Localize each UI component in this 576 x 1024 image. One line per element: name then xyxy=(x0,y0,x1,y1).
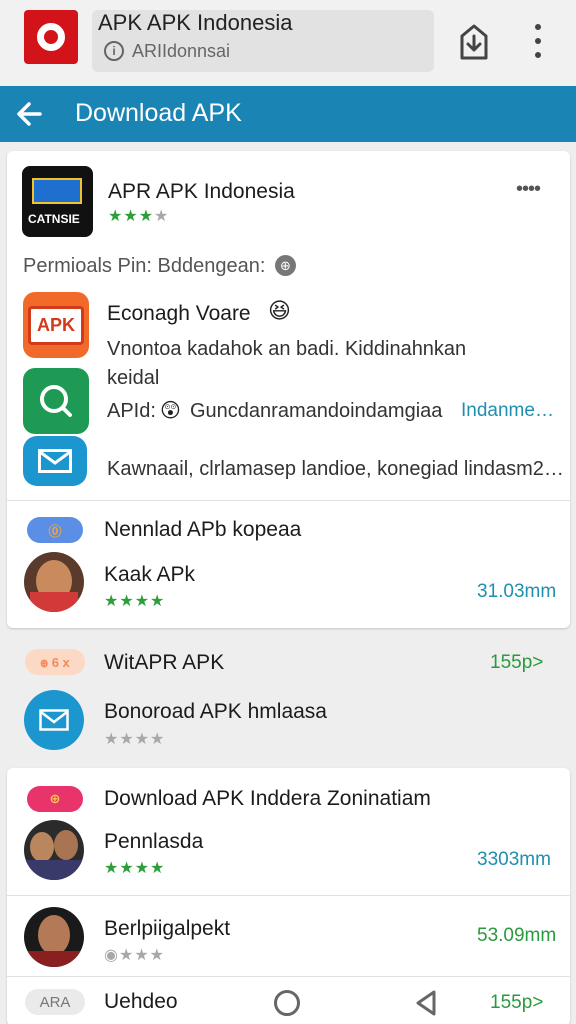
feature-emoji: 😆 xyxy=(268,298,291,323)
header-title: Download APK xyxy=(75,99,242,127)
address-bar[interactable]: APK APK Indonesia i ARIIdonnsai xyxy=(92,10,434,72)
file-size: 53.09mm xyxy=(477,925,557,946)
list-item-title[interactable]: Uehdeo xyxy=(104,990,178,1014)
list-item-title[interactable]: Pennlasda xyxy=(104,830,203,854)
browser-toolbar: APK APK Indonesia i ARIIdonnsai xyxy=(0,0,576,86)
app-name: APR APK Indonesia xyxy=(108,180,295,203)
feature-description-line2: keidal xyxy=(107,367,160,389)
feature-description: Kawnaail, clrlamasep landioe, konegiad l… xyxy=(107,458,564,480)
list-item-rating: ◉★★★ xyxy=(104,947,165,964)
app-header: Download APK xyxy=(0,86,576,142)
apk-feature-icon: APK xyxy=(23,292,89,358)
page-title: APK APK Indonesia xyxy=(98,10,293,35)
list-item-title[interactable]: Nennlad APb kopeaa xyxy=(104,518,301,542)
list-item-rating: ★★★★ xyxy=(104,593,166,610)
divider xyxy=(7,500,570,501)
api-text: Guncdanramandoindamgiaa xyxy=(190,400,443,422)
mail-icon xyxy=(38,449,72,473)
kebab-menu-icon[interactable] xyxy=(526,24,550,58)
file-size: 31.03mm xyxy=(477,581,557,602)
category-pill: ꚛ 6 x xyxy=(25,649,85,675)
more-options-icon[interactable]: •••• xyxy=(516,178,541,201)
app-rating: ★★★★ xyxy=(108,208,170,225)
globe-icon[interactable]: ⊕ xyxy=(275,255,296,276)
mail-icon xyxy=(39,709,69,731)
list-item-title[interactable]: WitAPR APK xyxy=(104,651,224,675)
mail-feature-icon xyxy=(23,436,87,486)
avatar xyxy=(24,552,84,612)
list-item-rating: ★★★★ xyxy=(104,860,166,877)
divider xyxy=(7,976,570,977)
category-pill: ⊕ xyxy=(27,786,83,812)
back-arrow-icon[interactable] xyxy=(14,98,46,130)
site-info-icon[interactable]: i xyxy=(104,41,124,61)
opera-logo-icon[interactable] xyxy=(24,10,78,64)
search-icon xyxy=(40,385,72,417)
feature-description-line1: Vnontoa kadahok an badi. Kiddinahnkan xyxy=(107,338,467,360)
mail-item-icon xyxy=(24,690,84,750)
url-text: ARIIdonnsai xyxy=(132,41,231,61)
category-pill: ⓪ xyxy=(27,517,83,543)
file-size: 155p> xyxy=(490,992,544,1013)
app-icon: CATNSIE xyxy=(22,166,93,237)
share-icon[interactable] xyxy=(454,22,494,62)
file-size: 155p> xyxy=(490,652,544,673)
nav-back-icon[interactable] xyxy=(414,989,438,1017)
file-size: 3303mm xyxy=(477,849,551,870)
search-feature-icon xyxy=(23,368,89,434)
api-link[interactable]: Indanme… xyxy=(461,400,554,422)
list-item-title[interactable]: Berlpiigalpekt xyxy=(104,917,230,941)
feature-title: Econagh Voare xyxy=(107,302,251,325)
list-item-title[interactable]: Kaak APk xyxy=(104,563,195,587)
category-pill: ARA xyxy=(25,989,85,1015)
api-emoji: 😲 xyxy=(160,400,181,422)
permissions-text: Permioals Pin: Bddengean: xyxy=(23,255,266,277)
list-item-title[interactable]: Bonoroad APK hmlaasa xyxy=(104,700,327,724)
api-label: APId: xyxy=(107,400,156,422)
list-item-title[interactable]: Download APK Inddera Zoninatiam xyxy=(104,787,431,811)
divider xyxy=(7,895,570,896)
nav-home-icon[interactable] xyxy=(274,990,300,1016)
apk-feature-icon-label: APK xyxy=(27,305,84,345)
list-item-rating: ★★★★ xyxy=(104,731,166,748)
avatar xyxy=(24,820,84,880)
app-icon-label: CATNSIE xyxy=(28,212,80,226)
avatar xyxy=(24,907,84,967)
